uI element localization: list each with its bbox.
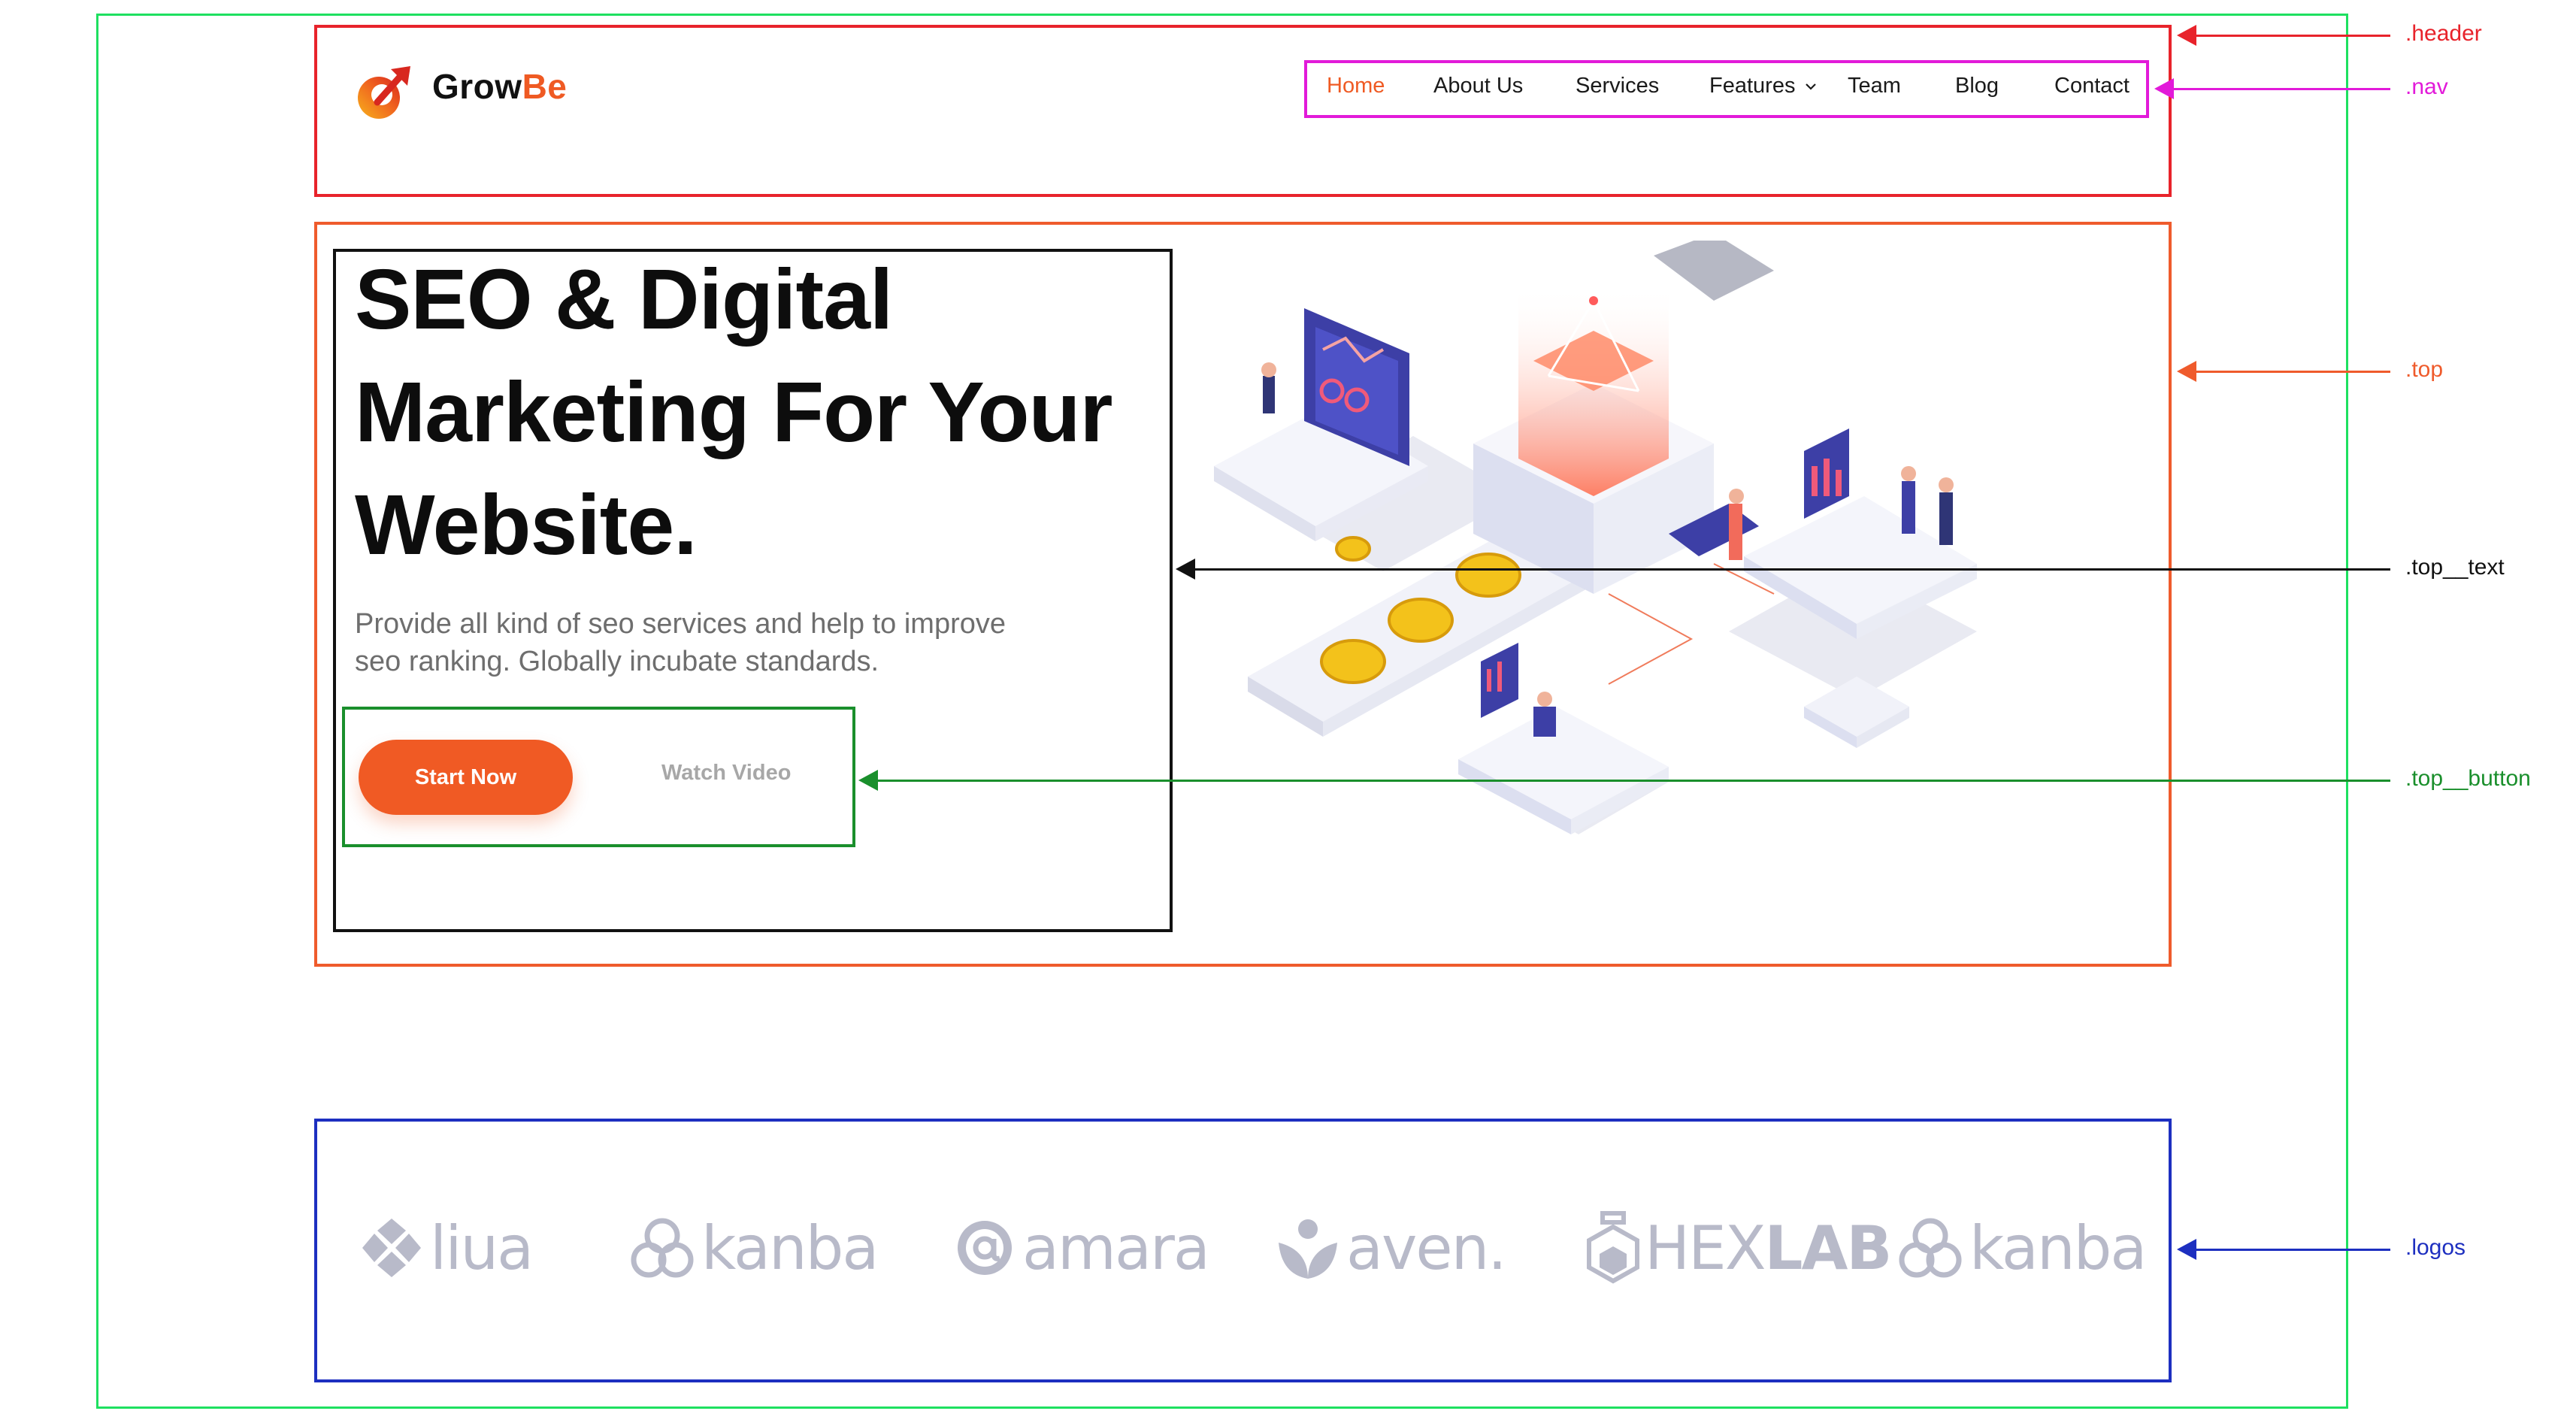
logo-liua[interactable]: liua (359, 1203, 534, 1293)
logos-outline (314, 1119, 2172, 1382)
nav-item-contact[interactable]: Contact (2054, 74, 2130, 98)
logo-liua-text: liua (430, 1213, 534, 1283)
logo-aven-text: aven. (1346, 1213, 1507, 1283)
watch-video-button[interactable]: Watch Video (661, 761, 791, 786)
growbe-logo-icon[interactable] (355, 62, 415, 122)
aven-logo-icon (1279, 1219, 1337, 1279)
nav-item-home[interactable]: Home (1327, 74, 1385, 98)
logos-annotation: .logos (2405, 1235, 2466, 1260)
header-annotation: .header (2405, 21, 2482, 46)
chevron-down-icon (1805, 83, 1816, 90)
logo-kanba-2[interactable]: kanba (1896, 1203, 2147, 1293)
nav-item-about-us[interactable]: About Us (1433, 74, 1523, 98)
top-text-arrow-line (1186, 568, 2390, 571)
top-annotation: .top (2405, 357, 2444, 382)
hero-title: SEO & Digital Marketing For Your Website… (355, 252, 1113, 572)
top-arrow-line (2187, 371, 2390, 373)
logo-amara[interactable]: amara (953, 1203, 1210, 1293)
kanba-logo-icon (1899, 1218, 1962, 1278)
hero-description: Provide all kind of seo services and hel… (355, 608, 1006, 677)
nav-item-team[interactable]: Team (1848, 74, 1901, 98)
start-now-button[interactable]: Start Now (359, 740, 573, 815)
brand-name-part2: Be (522, 67, 568, 106)
top-text-annotation: .top__text (2405, 555, 2505, 580)
logo-hexlab-part2: LAB (1764, 1213, 1893, 1283)
logo-aven[interactable]: aven. (1274, 1203, 1507, 1293)
logo-hexlab-text: HEXLAB (1645, 1213, 1893, 1283)
top-button-annotation: .top__button (2405, 766, 2531, 791)
header-arrow-line (2187, 35, 2390, 37)
nav-item-features[interactable]: Features (1709, 74, 1817, 98)
logo-amara-text: amara (1022, 1213, 1210, 1283)
logo-hexlab-part1: HEX (1645, 1213, 1766, 1283)
logo-kanba-text: kanba (701, 1213, 879, 1283)
nav-annotation: .nav (2405, 74, 2448, 99)
isometric-seo-illustration (1214, 241, 1977, 834)
logos-arrow-line (2187, 1249, 2390, 1251)
brand-name[interactable]: GrowBe (432, 66, 567, 107)
brand-name-part1: Grow (432, 67, 522, 106)
nav-arrow-line (2165, 88, 2390, 90)
nav-item-services[interactable]: Services (1576, 74, 1659, 98)
top-button-arrow-line (869, 780, 2390, 782)
liua-logo-icon (362, 1219, 421, 1277)
nav-item-features-label: Features (1709, 74, 1796, 98)
nav-item-blog[interactable]: Blog (1955, 74, 1999, 98)
amara-logo-icon (958, 1221, 1012, 1275)
logo-kanba[interactable]: kanba (628, 1203, 879, 1293)
kanba-logo-icon (631, 1218, 694, 1278)
logo-kanba-2-text: kanba (1969, 1213, 2147, 1283)
logo-hexlab[interactable]: HEXLAB (1585, 1203, 1893, 1293)
hexlab-logo-icon (1587, 1211, 1639, 1284)
